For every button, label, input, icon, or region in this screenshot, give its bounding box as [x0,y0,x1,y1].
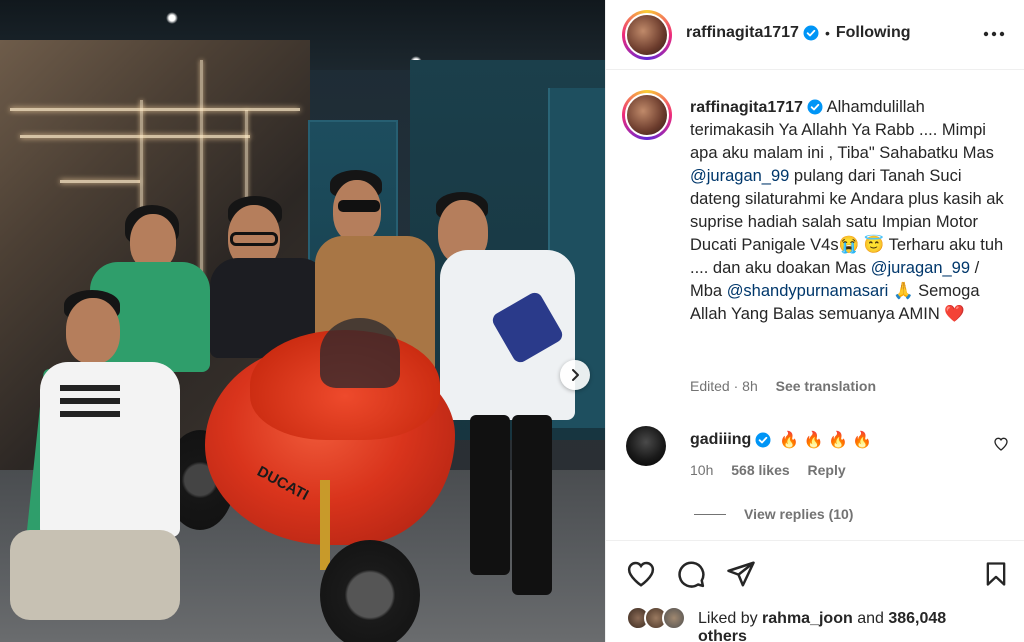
post-header: raffinagita1717 • Following [606,0,1024,70]
verified-badge-icon [807,99,823,115]
liker-avatar [662,606,686,630]
comment-body: gadiiing 🔥 🔥 🔥 🔥 [690,430,872,450]
comment-like-button[interactable] [993,436,1009,457]
likes-text: Liked by rahma_joon and 386,048 others [698,610,1018,642]
caption-avatar[interactable] [622,90,672,140]
commenter-username[interactable]: gadiiing [690,431,751,449]
comment-button[interactable] [676,559,706,594]
save-button[interactable] [982,559,1010,594]
likes-count[interactable]: 386,048 [888,610,946,627]
mention-link[interactable]: @juragan_99 [690,167,789,185]
caption-text: raffinagita1717 Alhamdulillah terimakasi… [690,96,1008,326]
verified-badge-icon [755,432,771,448]
author-avatar[interactable] [622,10,672,60]
more-options-button[interactable] [983,22,1005,51]
more-horizontal-icon [983,31,1005,37]
share-button[interactable] [726,559,756,594]
liked-by-label: Liked by [698,610,758,627]
separator-dot: • [824,25,830,41]
emoji: 🙏 [892,282,914,300]
bookmark-icon [986,562,1006,586]
motorcycle-windshield [320,318,400,388]
like-button[interactable] [626,559,656,594]
comment-likes[interactable]: 568 likes [731,462,789,478]
author-username[interactable]: raffinagita1717 [686,24,799,42]
likes-others[interactable]: others [698,628,747,642]
caption-meta: Edited · 8h See translation [690,378,876,394]
comment-text: 🔥 🔥 🔥 🔥 [779,432,873,449]
post-photo[interactable]: DUCATI [0,0,605,642]
emoji: 😇 [863,236,885,254]
edited-label: Edited [690,378,730,394]
motorcycle-fork [320,480,330,570]
see-translation-link[interactable]: See translation [776,378,876,394]
view-replies-link[interactable]: View replies (10) [744,506,853,522]
heart-emoji: ❤️ [944,305,965,323]
post-side-panel: raffinagita1717 • Following raffinagita1… [605,0,1024,642]
emoji: 😭 [838,236,860,254]
verified-badge-icon [803,25,819,41]
replies-divider [694,513,726,515]
chevron-right-icon [572,369,579,381]
light-shelf [20,135,250,138]
paper-plane-icon [727,561,755,587]
likes-and-label: and [857,610,884,627]
light-shelf [60,180,140,183]
reply-button[interactable]: Reply [808,462,846,478]
heart-icon [994,437,1008,451]
mention-link[interactable]: @juragan_99 [871,259,970,277]
light-shelf [10,108,300,111]
ceiling-light [166,12,178,24]
comment-time: 10h [690,462,714,478]
caption-username[interactable]: raffinagita1717 [690,99,803,116]
following-button[interactable]: Following [836,24,911,42]
comment-meta: 10h 568 likes Reply [690,462,846,478]
comment-item: gadiiing 🔥 🔥 🔥 🔥 10h 568 likes Reply Vie… [622,420,1017,522]
post-time[interactable]: 8h [742,378,758,394]
commenter-avatar[interactable] [626,426,666,466]
liker-username[interactable]: rahma_joon [762,610,853,627]
comment-icon [678,561,705,588]
next-photo-button[interactable] [560,360,590,390]
post-action-bar [606,540,1024,600]
liker-avatars[interactable] [626,606,690,634]
heart-icon [627,561,655,587]
front-tire [320,540,420,642]
header-user-row: raffinagita1717 • Following [686,24,911,42]
mention-link[interactable]: @shandypurnamasari [727,282,889,300]
view-replies-row[interactable]: View replies (10) [694,506,853,522]
